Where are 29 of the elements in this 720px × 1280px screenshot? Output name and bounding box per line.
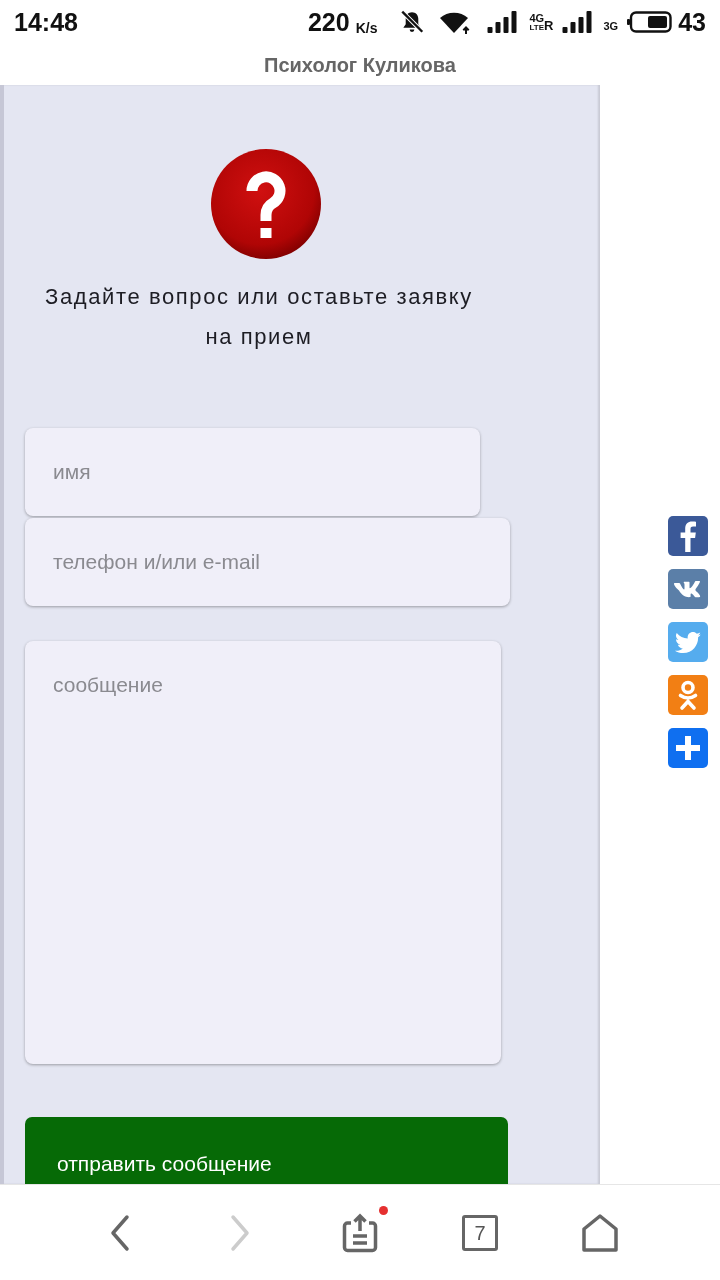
clock-time: 14:48: [14, 9, 78, 35]
battery-icon: [626, 11, 673, 33]
upload-tray-icon[interactable]: [340, 1212, 380, 1253]
network-type-label: 4G: [529, 12, 545, 24]
speed-unit: K/s: [355, 21, 378, 35]
roaming-label: R: [544, 18, 554, 32]
signal-icon: [561, 11, 592, 33]
text-field[interactable]: телефон и/или e-mail: [25, 518, 510, 606]
tabs-button[interactable]: 7: [462, 1214, 498, 1251]
battery-percent: 43: [678, 9, 706, 35]
question-mark-icon: [210, 148, 322, 260]
person-figure-icon[interactable]: [668, 675, 708, 715]
text-field[interactable]: имя: [25, 428, 480, 516]
network-speed: 220: [307, 9, 350, 35]
facebook-icon[interactable]: [668, 516, 708, 556]
muted-bell-icon: [399, 9, 426, 35]
signal-icon: [487, 11, 518, 33]
back-icon[interactable]: [108, 1213, 132, 1252]
network-type-label: LTE: [529, 23, 544, 32]
page-title: Психолог Куликова: [264, 52, 456, 78]
vk-icon[interactable]: [668, 569, 708, 609]
wifi-icon: [439, 10, 472, 34]
send-button[interactable]: отправить сообщение: [25, 1117, 508, 1184]
form-heading: Задайте вопрос или оставьте заявку на прием: [44, 283, 474, 351]
plus-icon[interactable]: [668, 728, 708, 768]
network-type-label: 3G: [603, 20, 619, 32]
message-field[interactable]: сообщение: [25, 641, 501, 1064]
bird-icon[interactable]: [668, 622, 708, 662]
home-icon[interactable]: [580, 1212, 620, 1253]
